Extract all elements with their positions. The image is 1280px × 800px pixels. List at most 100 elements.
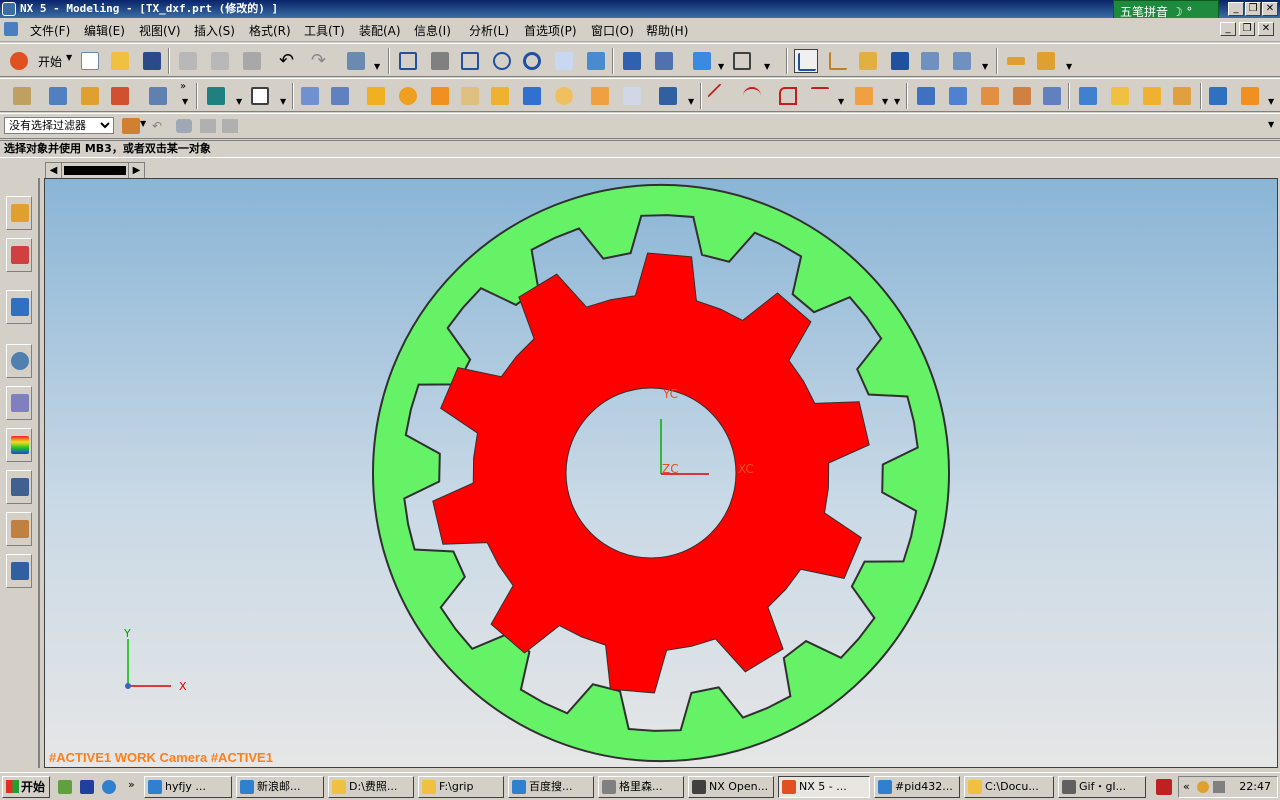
horizontal-scrollbar[interactable]: ◀ ▶ xyxy=(45,162,145,179)
chevron-down-icon[interactable]: ▼ xyxy=(374,62,380,71)
fillet-curve-button[interactable] xyxy=(776,84,800,108)
chevron-down-icon[interactable]: ▼ xyxy=(982,62,988,71)
task-item[interactable]: 新浪邮... xyxy=(236,776,324,798)
datum-plane-button[interactable] xyxy=(248,84,272,108)
zoom-button[interactable] xyxy=(458,49,482,73)
menu-format[interactable]: 格式(R) xyxy=(249,22,291,39)
snap-icon[interactable] xyxy=(200,119,216,133)
pocket-button[interactable] xyxy=(488,84,512,108)
cut-button[interactable] xyxy=(176,49,200,73)
edge-blend-button[interactable] xyxy=(1206,84,1230,108)
menu-preferences[interactable]: 首选项(P) xyxy=(524,22,577,39)
start-menu-button[interactable]: 开始 ▼ xyxy=(8,49,74,73)
menu-file[interactable]: 文件(F) xyxy=(30,22,70,39)
revolve-button[interactable] xyxy=(108,84,132,108)
chevron-down-icon[interactable]: ▼ xyxy=(236,97,242,106)
chevron-down-icon[interactable]: ▼ xyxy=(1066,62,1072,71)
model-canvas[interactable]: YC XC ZC Y X xyxy=(45,179,1278,768)
render-button[interactable] xyxy=(620,49,644,73)
zoom-window-button[interactable] xyxy=(428,49,452,73)
gear[interactable] xyxy=(432,252,870,694)
doc-icon[interactable] xyxy=(4,22,18,36)
trim-button[interactable] xyxy=(1076,84,1100,108)
task-item-active[interactable]: NX 5 - ... xyxy=(778,776,870,798)
start-button[interactable]: 开始 xyxy=(2,776,50,798)
chevron-down-icon[interactable]: ▼ xyxy=(764,62,770,71)
chevron-down-icon[interactable]: ▼ xyxy=(140,119,146,128)
menu-tools[interactable]: 工具(T) xyxy=(304,22,345,39)
task-item[interactable]: 格里森... xyxy=(598,776,684,798)
task-item[interactable]: NX Open... xyxy=(688,776,774,798)
block-button[interactable] xyxy=(298,84,322,108)
sphere-button[interactable] xyxy=(396,84,420,108)
chevron-down-icon[interactable]: ▼ xyxy=(1268,120,1274,129)
select-mode-button[interactable] xyxy=(344,49,368,73)
menu-view[interactable]: 视图(V) xyxy=(139,22,181,39)
thicken-button[interactable] xyxy=(1140,84,1164,108)
blend-button[interactable] xyxy=(1170,84,1194,108)
bridge-button[interactable] xyxy=(1010,84,1034,108)
filter-icon[interactable] xyxy=(176,119,192,133)
wcs-dynamic-button[interactable] xyxy=(918,49,942,73)
task-item[interactable]: C:\Docu... xyxy=(964,776,1054,798)
pad-button[interactable] xyxy=(520,84,544,108)
fit-button[interactable] xyxy=(396,49,420,73)
perspective-button[interactable] xyxy=(584,49,608,73)
curve-op-button[interactable] xyxy=(852,84,876,108)
more-chevron-icon[interactable]: » xyxy=(180,81,186,92)
view-orient-button[interactable] xyxy=(730,49,754,73)
roles-tab[interactable] xyxy=(6,512,32,546)
menu-assembly[interactable]: 装配(A) xyxy=(359,22,401,39)
menu-analysis[interactable]: 分析(L) xyxy=(469,22,509,39)
line-button[interactable] xyxy=(707,83,733,109)
task-item[interactable]: hyfjy ... xyxy=(144,776,232,798)
chevron-down-icon[interactable]: ▼ xyxy=(688,97,694,106)
constraint-navigator-tab[interactable] xyxy=(6,238,32,272)
measure-angle-button[interactable] xyxy=(1034,49,1058,73)
type-filter-select[interactable]: 没有选择过滤器 xyxy=(4,117,114,134)
chevron-down-icon[interactable]: ▼ xyxy=(1268,97,1274,106)
groove-button[interactable] xyxy=(620,84,644,108)
rotate-button[interactable] xyxy=(520,49,544,73)
menu-help[interactable]: 帮助(H) xyxy=(646,22,688,39)
task-item[interactable]: D:\费照... xyxy=(328,776,414,798)
tray-expand-icon[interactable]: « xyxy=(1183,777,1190,797)
task-item[interactable]: Gif・gI... xyxy=(1058,776,1146,798)
measure-distance-button[interactable] xyxy=(1004,49,1028,73)
arc-button[interactable] xyxy=(740,84,764,108)
emboss-button[interactable] xyxy=(552,84,576,108)
copy-button[interactable] xyxy=(208,49,232,73)
scroll-right-icon[interactable]: ▶ xyxy=(128,163,144,178)
process-studio-tab[interactable] xyxy=(6,470,32,504)
shaded-button[interactable] xyxy=(690,49,714,73)
nx-app-icon[interactable] xyxy=(2,2,16,16)
system-scenes-tab[interactable] xyxy=(6,554,32,588)
more-chevron-icon[interactable]: » xyxy=(128,778,135,791)
task-item[interactable]: #pid432... xyxy=(874,776,960,798)
sketch-button[interactable] xyxy=(46,84,70,108)
mesh-surface-button[interactable] xyxy=(946,84,970,108)
cylinder-button[interactable] xyxy=(328,84,352,108)
feature-op-button[interactable] xyxy=(146,84,170,108)
part-navigator-tab[interactable] xyxy=(6,290,32,324)
scroll-left-icon[interactable]: ◀ xyxy=(46,163,62,178)
chevron-down-icon[interactable]: ▼ xyxy=(838,97,844,106)
history-tab[interactable] xyxy=(6,344,32,378)
offset-surface-button[interactable] xyxy=(1040,84,1064,108)
volume-icon[interactable] xyxy=(1213,781,1225,793)
zoom-in-out-button[interactable] xyxy=(490,49,514,73)
chevron-down-icon[interactable]: ▼ xyxy=(718,62,724,71)
slot-button[interactable] xyxy=(588,84,612,108)
extrude-button[interactable] xyxy=(78,84,102,108)
doc-restore-button[interactable]: ❐ xyxy=(1239,22,1255,36)
wcs-orient-button[interactable] xyxy=(888,49,912,73)
task-item[interactable]: 百度搜... xyxy=(508,776,594,798)
wcs-rotate-button[interactable] xyxy=(856,49,880,73)
chevron-down-icon[interactable]: ▼ xyxy=(894,97,900,106)
sweep-button[interactable] xyxy=(978,84,1002,108)
paste-button[interactable] xyxy=(240,49,264,73)
qq-icon[interactable] xyxy=(1197,781,1209,793)
deselect-icon[interactable]: ↶ xyxy=(152,119,166,133)
point-button[interactable] xyxy=(204,84,228,108)
menu-info[interactable]: 信息(I) xyxy=(414,22,451,39)
